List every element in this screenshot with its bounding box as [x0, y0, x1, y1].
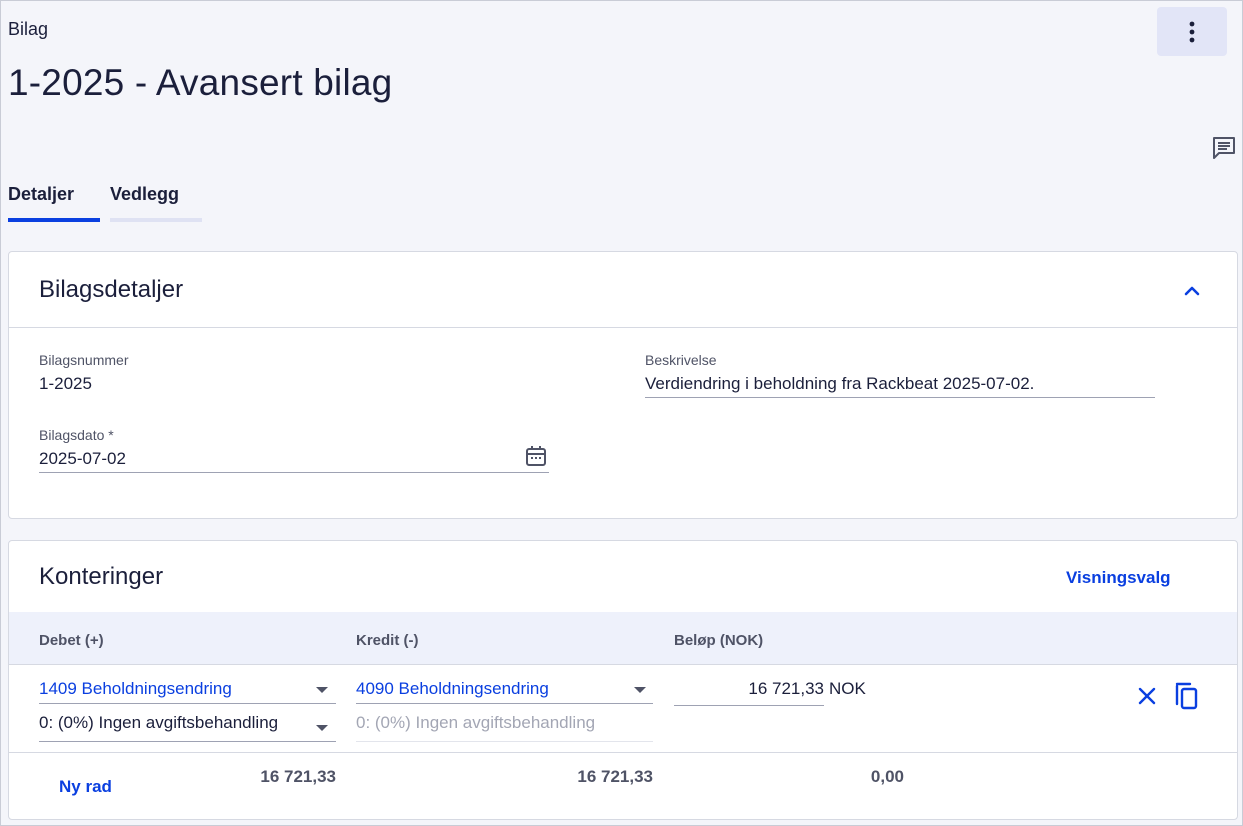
debit-account-select[interactable]: 1409 Beholdningsendring [39, 679, 232, 699]
voucher-details-title: Bilagsdetaljer [39, 276, 184, 303]
chevron-down-icon[interactable] [634, 687, 646, 693]
tab-bar: Detaljer Vedlegg [8, 184, 202, 222]
calendar-icon[interactable] [524, 444, 548, 468]
credit-vat-underline [356, 741, 653, 742]
debit-vat-select[interactable]: 0: (0%) Ingen avgiftsbehandling [39, 713, 278, 733]
column-amount: Beløp (NOK) [674, 632, 764, 649]
credit-vat-select: 0: (0%) Ingen avgiftsbehandling [356, 713, 596, 732]
date-label: Bilagsdato * [39, 427, 114, 443]
postings-table-header: Debet (+) Kredit (-) Beløp (NOK) [9, 612, 1237, 665]
amount-input[interactable]: 16 721,33 [674, 679, 824, 699]
more-vertical-icon [1189, 21, 1195, 42]
column-debit: Debet (+) [39, 632, 104, 649]
currency-label: NOK [829, 679, 866, 698]
description-field[interactable]: Verdiendring i beholdning fra Rackbeat 2… [645, 374, 1034, 394]
date-underline [39, 472, 549, 473]
comment-icon[interactable] [1211, 135, 1237, 161]
debit-account-underline [39, 703, 336, 704]
voucher-number-label: Bilagsnummer [39, 352, 129, 368]
voucher-number-value: 1-2025 [39, 374, 92, 393]
tab-details[interactable]: Detaljer [8, 184, 100, 222]
copy-icon[interactable] [1173, 681, 1201, 711]
more-actions-button[interactable] [1157, 7, 1227, 56]
date-field[interactable]: 2025-07-02 [39, 449, 126, 469]
description-label: Beskrivelse [645, 352, 717, 368]
close-icon[interactable] [1135, 684, 1159, 708]
total-credit: 16 721,33 [577, 767, 653, 786]
page-title: 1-2025 - Avansert bilag [8, 62, 393, 103]
view-options-button[interactable]: Visningsvalg [1066, 568, 1171, 588]
postings-title: Konteringer [39, 563, 164, 590]
credit-account-select[interactable]: 4090 Beholdningsendring [356, 679, 549, 699]
voucher-details-card: Bilagsdetaljer Bilagsnummer 1-2025 Beskr… [8, 251, 1238, 519]
description-underline [645, 397, 1155, 398]
row-divider [9, 752, 1237, 753]
credit-account-underline [356, 703, 653, 704]
amount-underline [674, 705, 824, 706]
total-difference: 0,00 [870, 767, 904, 786]
chevron-up-icon[interactable] [1181, 280, 1203, 302]
chevron-down-icon[interactable] [316, 725, 328, 731]
tab-attachments[interactable]: Vedlegg [110, 184, 202, 222]
column-credit: Kredit (-) [356, 632, 419, 649]
new-row-button[interactable]: Ny rad [59, 777, 112, 797]
debit-vat-underline [39, 741, 336, 742]
voucher-details-header[interactable]: Bilagsdetaljer [9, 252, 1237, 328]
chevron-down-icon[interactable] [316, 687, 328, 693]
total-debit: 16 721,33 [260, 767, 336, 786]
postings-card: Konteringer Visningsvalg Debet (+) Kredi… [8, 540, 1238, 820]
breadcrumb[interactable]: Bilag [8, 19, 48, 40]
